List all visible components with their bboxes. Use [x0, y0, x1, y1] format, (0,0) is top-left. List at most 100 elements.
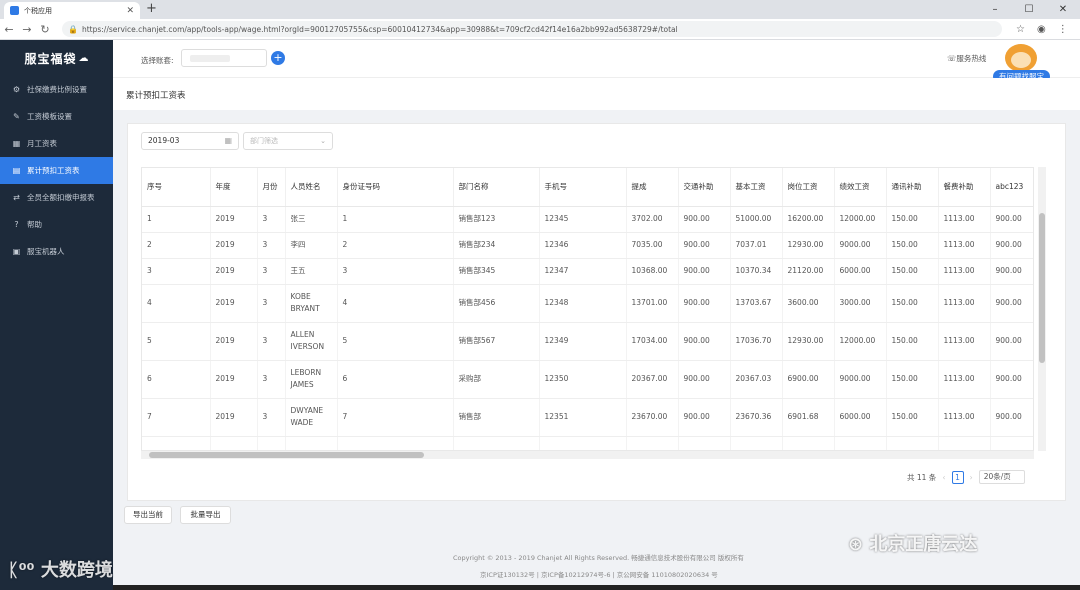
next-page-icon[interactable]: › [970, 473, 973, 482]
column-header: 通讯补助 [886, 168, 939, 207]
table-cell: 900.00 [990, 360, 1033, 399]
page-number[interactable]: 1 [951, 470, 964, 484]
column-header: 基本工资 [730, 168, 783, 207]
sidebar-item-monthly-wage[interactable]: ▦ 月工资表 [0, 130, 113, 157]
table-row: 1 2019 3 张三 1 销售部123 12345 3702.00 900.00 51000.0… [142, 206, 1033, 233]
table-cell: DWYANE WADE [285, 398, 338, 437]
table-cell: 12350 [539, 360, 627, 399]
table-cell: 销售部 [453, 398, 540, 437]
table-cell: 3702.00 [626, 206, 679, 233]
reload-icon[interactable]: ↻ [36, 23, 54, 36]
calendar-icon: ▦ [224, 136, 232, 145]
column-header: 提成 [626, 168, 679, 207]
window-close-icon[interactable]: ✕ [1046, 0, 1080, 19]
minimize-icon[interactable]: – [978, 0, 1012, 19]
batch-export-button[interactable]: 批量导出 [180, 506, 231, 524]
table-cell: 3000.00 [834, 284, 887, 323]
table-cell: KOBE BRYANT [285, 284, 338, 323]
sidebar-item-label: 月工资表 [27, 139, 57, 148]
sidebar: 服宝福袋 ☁ ⚙ 社保缴费比例设置 ✎ 工资模板设置 ▦ 月工资表 ▤ 累计预扣… [0, 40, 113, 590]
table-cell: 10368.00 [626, 258, 679, 285]
address-bar: ← → ↻ 🔒 https://service.chanjet.com/app/… [0, 19, 1080, 40]
sidebar-item-help[interactable]: ? 帮助 [0, 211, 113, 238]
table-cell: 7 [337, 398, 454, 437]
table-cell: 6000.00 [834, 398, 887, 437]
table-cell: 10370.34 [730, 258, 783, 285]
chevron-down-icon: ⌄ [320, 137, 326, 145]
prev-page-icon[interactable]: ‹ [942, 473, 945, 482]
table-cell: 3 [257, 360, 286, 399]
table-cell: 13703.67 [730, 284, 783, 323]
department-filter[interactable]: 部门筛选 ⌄ [243, 132, 333, 150]
tab-title: 个税应用 [24, 6, 52, 15]
table-cell: 2 [142, 232, 211, 259]
column-header: 手机号 [539, 168, 627, 207]
url-input[interactable]: 🔒 https://service.chanjet.com/app/tools-… [62, 21, 1002, 37]
table-cell: 采购部 [453, 360, 540, 399]
sidebar-item-withholding-report[interactable]: ⇄ 全员全额扣缴申报表 [0, 184, 113, 211]
sidebar-item-label: 帮助 [27, 220, 42, 229]
account-icon[interactable]: ◉ [1037, 24, 1046, 35]
mascot-icon[interactable] [1005, 44, 1037, 72]
table-cell: 900.00 [678, 360, 731, 399]
add-account-button[interactable]: + [271, 51, 285, 65]
table-row: 6 2019 3 LEBORN JAMES 6 采购部 12350 20367.00 900.0… [142, 360, 1033, 399]
table-cell: 王五 [285, 258, 338, 285]
table-cell: 12000.00 [834, 206, 887, 233]
table-cell: 150.00 [886, 398, 939, 437]
table-cell: 3 [257, 206, 286, 233]
column-header: 序号 [142, 168, 211, 207]
table-row: 2 2019 3 李四 2 销售部234 12346 7035.00 900.00 7037.01… [142, 232, 1033, 259]
table-cell: 1113.00 [938, 258, 991, 285]
table-cell: 23670.36 [730, 398, 783, 437]
sidebar-item-wage-template[interactable]: ✎ 工资模板设置 [0, 103, 113, 130]
table-cell: 12930.00 [782, 322, 835, 361]
table-cell: 张三 [285, 206, 338, 233]
maximize-icon[interactable]: ☐ [1012, 0, 1046, 19]
table-cell: 3000.00 [834, 436, 887, 450]
horizontal-scrollbar[interactable] [141, 451, 1034, 459]
table-cell: 9000.00 [834, 232, 887, 259]
page-title: 累计预扣工资表 [126, 91, 186, 101]
table-cell: 12000.00 [834, 322, 887, 361]
table-cell: 900.00 [678, 436, 731, 450]
table-cell: 900.00 [678, 398, 731, 437]
table-cell: 3 [257, 258, 286, 285]
table-cell: 2019 [210, 232, 258, 259]
month-picker[interactable]: 2019-03 ▦ [141, 132, 239, 150]
table-row: 7 2019 3 DWYANE WADE 7 销售部 12351 23670.00 900.00… [142, 398, 1033, 437]
table-cell: 3 [337, 258, 454, 285]
watermark-left: ᛕ⁰⁰ 大数跨境 [8, 560, 113, 581]
browser-tab[interactable]: 个税应用 ✕ [4, 2, 140, 19]
table-cell: 6000.00 [834, 258, 887, 285]
footer-icp: 京ICP证130132号 | 京ICP备10212974号-6 | 京公网安备 … [480, 571, 718, 579]
forward-icon[interactable]: → [18, 23, 36, 36]
table-cell: 12346 [539, 232, 627, 259]
sidebar-item-label: 服宝机器人 [27, 247, 65, 256]
hotline-link[interactable]: ☏服务热线 [947, 53, 986, 64]
table-cell: 3 [257, 232, 286, 259]
close-icon[interactable]: ✕ [126, 6, 134, 16]
kebab-menu-icon[interactable]: ⋮ [1058, 24, 1068, 35]
vertical-scrollbar[interactable] [1038, 167, 1046, 451]
sidebar-item-social-security[interactable]: ⚙ 社保缴费比例设置 [0, 76, 113, 103]
table-cell: 900.00 [990, 322, 1033, 361]
new-tab-icon[interactable]: + [146, 1, 157, 16]
account-select[interactable] [181, 49, 267, 67]
table-cell: 销售部456 [453, 284, 540, 323]
star-icon[interactable]: ☆ [1016, 24, 1025, 35]
table-cell: 6901.68 [782, 398, 835, 437]
table-body: 1 2019 3 张三 1 销售部123 12345 3702.00 900.00 51000.0… [142, 206, 1033, 450]
sidebar-item-cumulative-wage[interactable]: ▤ 累计预扣工资表 [0, 157, 113, 184]
table-cell: 5 [337, 322, 454, 361]
column-header: 岗位工资 [782, 168, 835, 207]
table-cell: 900.00 [990, 284, 1033, 323]
export-current-button[interactable]: 导出当前 [124, 506, 172, 524]
table-cell: 900.00 [990, 258, 1033, 285]
table-cell: 900.00 [990, 232, 1033, 259]
table-cell: 1113.00 [938, 206, 991, 233]
table-cell: 12930.00 [782, 232, 835, 259]
page-size-select[interactable]: 20条/页 [978, 470, 1025, 484]
sidebar-item-robot[interactable]: ▣ 服宝机器人 [0, 238, 113, 265]
back-icon[interactable]: ← [0, 23, 18, 36]
